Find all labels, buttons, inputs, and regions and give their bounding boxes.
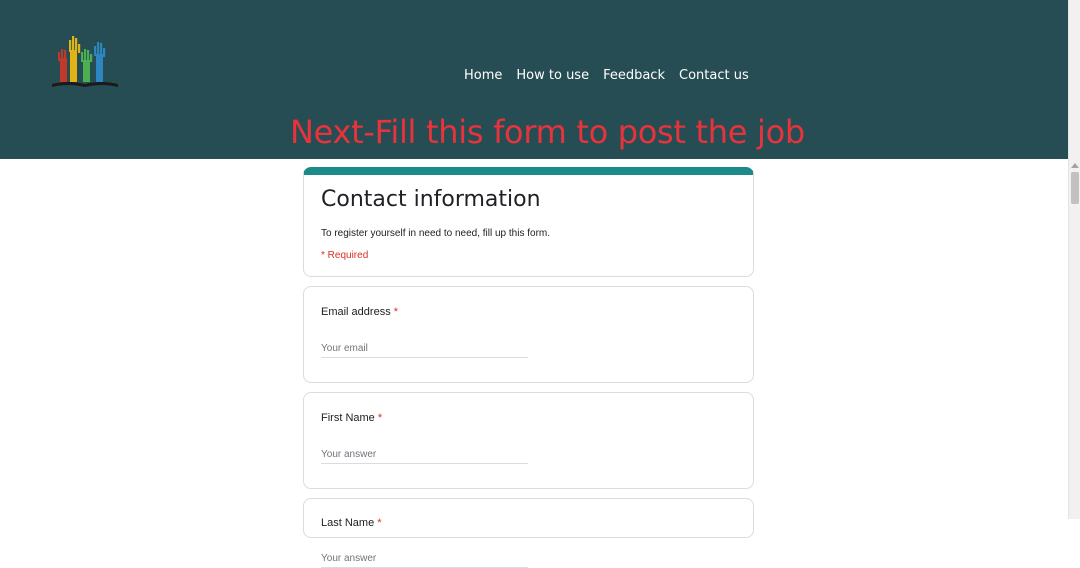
form-container: Contact information To register yourself… <box>303 167 754 568</box>
nav-contact-us-link[interactable]: Contact us <box>679 67 749 85</box>
main-nav: Home How to use Feedback Contact us <box>464 67 749 85</box>
first-name-input[interactable] <box>321 447 528 464</box>
question-card-email: Email address * <box>303 286 754 383</box>
scrollbar-thumb[interactable] <box>1071 172 1079 204</box>
email-input[interactable] <box>321 341 528 358</box>
form-description: To register yourself in need to need, fi… <box>321 228 551 239</box>
form-header-card: Contact information To register yourself… <box>303 167 754 277</box>
scroll-up-arrow-icon[interactable] <box>1071 163 1079 168</box>
page-headline: Next-Fill this form to post the job <box>290 113 805 151</box>
required-asterisk: * <box>377 412 383 424</box>
form-title: Contact information <box>321 187 541 212</box>
nav-feedback-link[interactable]: Feedback <box>603 67 665 85</box>
question-card-last-name: Last Name * <box>303 498 754 568</box>
required-asterisk: * <box>393 306 399 318</box>
site-header: Home How to use Feedback Contact us Next… <box>0 0 1068 159</box>
nav-how-to-use-link[interactable]: How to use <box>516 67 589 85</box>
question-label: Email address * <box>321 305 736 319</box>
nav-home-link[interactable]: Home <box>464 67 502 85</box>
last-name-input[interactable] <box>321 551 528 568</box>
vertical-scrollbar[interactable] <box>1068 0 1080 519</box>
required-note: * Required <box>321 250 369 261</box>
question-card-first-name: First Name * <box>303 392 754 489</box>
question-label-text: Email address <box>321 306 391 318</box>
question-label: First Name * <box>321 411 736 425</box>
raised-hands-logo-icon[interactable] <box>50 34 120 90</box>
question-label-text: First Name <box>321 412 375 424</box>
